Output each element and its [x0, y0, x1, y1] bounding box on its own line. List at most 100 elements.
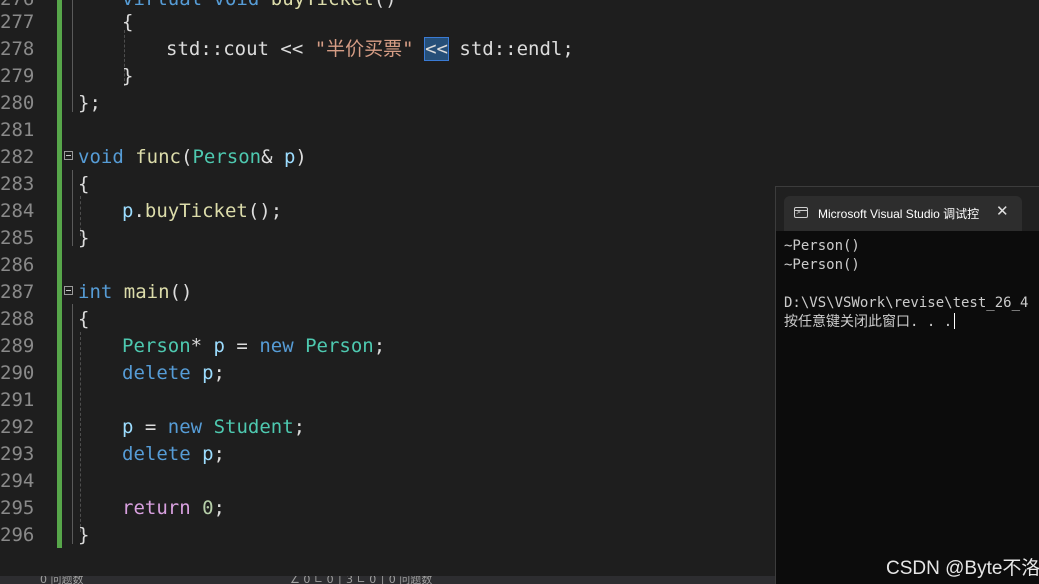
code-token: & [261, 146, 284, 168]
status-summary[interactable]: ∠ 0 ∟ 0 ∣ 3 ∟ 0 ∣ 0 问题数 [290, 576, 432, 584]
console-tab-title: Microsoft Visual Studio 调试控 [818, 207, 980, 221]
code-text[interactable]: return 0; [122, 495, 225, 522]
code-token: ) [295, 146, 307, 168]
code-text[interactable]: } [78, 225, 89, 252]
line-number: 283 [0, 173, 35, 195]
line-number: 285 [0, 227, 35, 249]
collapse-toggle-icon[interactable] [64, 151, 73, 160]
code-token: new [259, 335, 294, 357]
code-token: "半价买票" [314, 38, 414, 60]
code-token: = [224, 335, 260, 357]
close-icon[interactable]: ✕ [996, 202, 1009, 220]
code-text[interactable]: int main() [78, 279, 192, 306]
code-text[interactable]: }; [78, 90, 101, 117]
code-text[interactable]: } [122, 63, 133, 90]
code-token: ( [180, 146, 193, 168]
code-token: = [133, 416, 168, 438]
code-token: }; [78, 92, 101, 114]
code-token: . [133, 200, 145, 222]
code-line[interactable]: 280 }; [0, 90, 1039, 117]
line-number: 291 [0, 389, 35, 411]
line-number: 290 [0, 362, 35, 384]
code-line[interactable]: 282 void func(Person& p) [0, 144, 1039, 171]
line-number: 296 [0, 524, 35, 546]
code-text[interactable]: void func(Person& p) [78, 144, 307, 171]
code-token: } [78, 227, 90, 249]
code-line[interactable]: 279 } [0, 63, 1039, 90]
line-number: 279 [0, 65, 35, 87]
line-number: 278 [0, 38, 35, 60]
code-token: delete [122, 443, 191, 465]
code-token: Student [213, 416, 294, 438]
line-number: 281 [0, 119, 35, 141]
collapse-toggle-icon[interactable] [64, 286, 73, 295]
code-token: ; [213, 362, 225, 384]
console-tab[interactable]: Microsoft Visual Studio 调试控 ✕ [784, 196, 1022, 231]
code-token: std::endl; [447, 38, 574, 60]
console-prompt-text: 按任意键关闭此窗口. . . [784, 314, 953, 330]
code-token: p [283, 146, 296, 168]
line-number: 292 [0, 416, 35, 438]
code-token: ; [293, 416, 306, 438]
line-number: 287 [0, 281, 35, 303]
code-line[interactable]: 277 { [0, 9, 1039, 36]
console-titlebar[interactable]: Microsoft Visual Studio 调试控 ✕ [776, 187, 1039, 231]
line-number: 280 [0, 92, 35, 114]
code-token: void [78, 146, 124, 168]
code-token: () [169, 281, 193, 303]
code-token: int [78, 281, 113, 303]
code-text[interactable]: Person* p = new Person; [122, 333, 385, 360]
terminal-icon [794, 207, 808, 218]
code-text[interactable]: delete p; [122, 360, 225, 387]
code-token: { [78, 308, 90, 330]
code-token: p [202, 362, 214, 384]
code-token: (); [247, 200, 283, 222]
code-token: std::cout << [166, 38, 315, 60]
status-problems[interactable]: 0 问题数 [40, 576, 84, 584]
line-number: 286 [0, 254, 35, 276]
code-token: Person [305, 335, 374, 357]
code-text[interactable]: p = new Student; [122, 414, 305, 441]
line-number: 295 [0, 497, 35, 519]
code-text[interactable]: delete p; [122, 441, 225, 468]
code-token: * [190, 335, 214, 357]
code-token: main [123, 281, 170, 303]
code-token: new [167, 416, 203, 438]
console-prompt-line: 按任意键关闭此窗口. . . [784, 313, 956, 332]
code-token: delete [122, 362, 191, 384]
code-token: return [122, 497, 191, 519]
debug-console-window[interactable]: Microsoft Visual Studio 调试控 ✕ ~Person() … [775, 186, 1039, 584]
code-token: ; [373, 335, 386, 357]
console-output-line: ~Person() [784, 257, 860, 273]
code-token: ; [213, 497, 225, 519]
code-token: } [122, 65, 134, 87]
line-number: 277 [0, 11, 35, 33]
line-number: 282 [0, 146, 35, 168]
code-line[interactable]: 278 std::cout << "半价买票" << std::endl; [0, 36, 1039, 63]
code-token: { [122, 11, 134, 33]
watermark: CSDN @Byte不洛 [886, 558, 1039, 579]
code-token: p [213, 335, 225, 357]
line-number: 284 [0, 200, 35, 222]
line-number: 289 [0, 335, 35, 357]
code-line[interactable]: 281 [0, 117, 1039, 144]
console-output-line: ~Person() [784, 238, 860, 254]
code-token: { [78, 173, 90, 195]
code-text[interactable]: { [78, 306, 89, 333]
code-text[interactable]: { [78, 171, 89, 198]
code-text[interactable]: std::cout << "半价买票" << std::endl; [166, 36, 574, 63]
code-text[interactable]: p.buyTicket(); [122, 198, 282, 225]
code-token: p [202, 443, 214, 465]
code-token: } [78, 524, 90, 546]
highlighted-token: << [424, 37, 449, 61]
code-text[interactable]: { [122, 9, 133, 36]
code-text[interactable]: } [78, 522, 89, 549]
code-token: Person [192, 146, 262, 168]
code-token: Person [122, 335, 191, 357]
text-cursor [954, 313, 956, 329]
